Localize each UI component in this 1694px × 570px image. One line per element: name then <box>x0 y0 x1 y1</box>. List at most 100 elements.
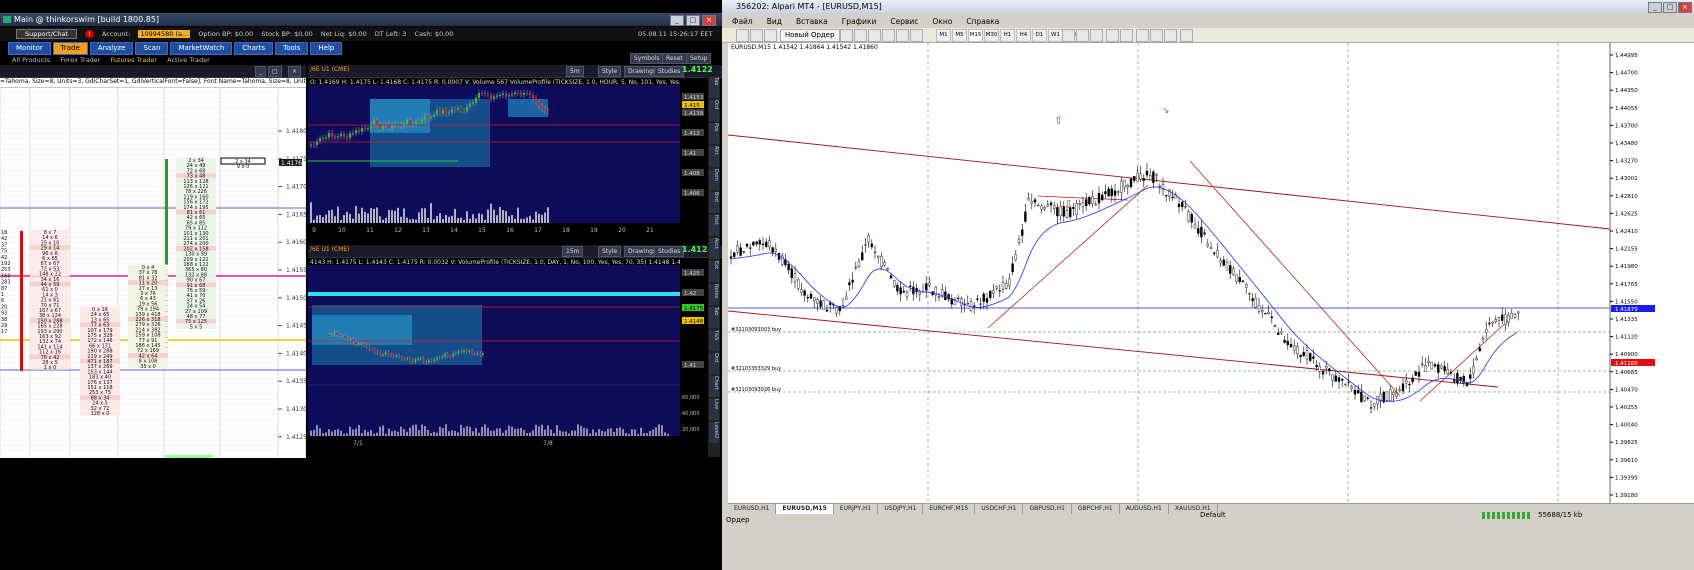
chart1-plot[interactable]: 1.4153 1.415 1.4139 1.412 1.41 1.408 1.406 9 10 1… <box>308 85 722 243</box>
close-icon[interactable]: × <box>702 15 716 26</box>
tab-help[interactable]: Help <box>310 42 343 55</box>
crosshair-icon[interactable] <box>840 29 853 42</box>
mt4-minimize-icon[interactable]: _ <box>1648 2 1662 13</box>
tab-marketwatch[interactable]: MarketWatch <box>170 42 233 55</box>
chart2-interval[interactable]: 15m <box>562 246 584 257</box>
ladder-close-icon[interactable]: × <box>288 66 302 77</box>
menu-item[interactable]: Вид <box>767 17 782 26</box>
menu-item[interactable]: Вставка <box>796 17 828 26</box>
zoom-out-icon[interactable] <box>1120 29 1133 42</box>
side-tab[interactable]: Bnd <box>709 192 719 213</box>
subtab-forex-trader[interactable]: Forex Trader <box>60 56 100 64</box>
minimize-icon[interactable]: _ <box>670 15 684 26</box>
setup-button[interactable]: Setup <box>686 53 712 64</box>
side-tab[interactable]: Ext <box>709 261 719 282</box>
chart-tab[interactable]: EURJPY,H1 <box>834 504 879 514</box>
mt4-close-icon[interactable]: × <box>1678 2 1692 13</box>
side-tab[interactable]: Tab <box>709 307 719 328</box>
chart-tab[interactable]: AUDUSD,H1 <box>1120 504 1169 514</box>
side-tab[interactable]: Acct <box>709 238 719 259</box>
chart-tab[interactable]: EURUSD,M15 <box>776 504 834 514</box>
timeframe-w1[interactable]: W1 <box>1048 29 1063 42</box>
menu-item[interactable]: Сервис <box>890 17 918 26</box>
menu-item[interactable]: Графики <box>842 17 877 26</box>
timeframe-h4[interactable]: H4 <box>1016 29 1031 42</box>
alert-badge[interactable]: ! <box>85 30 94 38</box>
tab-monitor[interactable]: Monitor <box>8 42 51 55</box>
subtab-all-products[interactable]: All Products <box>12 56 50 64</box>
chart-tab[interactable]: GBPCHF,H1 <box>1072 504 1120 514</box>
zoom-in-icon[interactable] <box>1106 29 1119 42</box>
chart-tab[interactable]: USDJPY,H1 <box>878 504 924 514</box>
side-tab[interactable]: Dom <box>709 169 719 190</box>
menu-item[interactable]: Справка <box>966 17 999 26</box>
ladder-minimize-icon[interactable]: _ <box>255 66 266 77</box>
side-tab[interactable]: Level2 <box>709 422 719 443</box>
side-tab[interactable]: Alrt <box>709 146 719 167</box>
chart2-symbol[interactable]: /6E U1 (CME) <box>310 246 350 253</box>
new-chart-icon[interactable] <box>736 29 749 42</box>
ladder-grid[interactable]: 1.41801.41751.41701.41651.41601.41551.41… <box>0 87 306 458</box>
tab-scan[interactable]: Scan <box>135 42 169 55</box>
chart1-style-button[interactable]: Style <box>598 66 622 77</box>
chart1-studies-button[interactable]: Studies <box>654 66 685 77</box>
reset-button[interactable]: Reset <box>662 53 687 64</box>
side-tab[interactable]: Tab <box>709 77 719 98</box>
account-select[interactable]: 10994580 (a... <box>138 30 191 38</box>
symbols-button[interactable]: Symbols <box>630 53 664 64</box>
timeframe-m1[interactable]: M1 <box>936 29 951 42</box>
line-chart-icon[interactable] <box>1090 29 1103 42</box>
chart-tab[interactable]: USDCHF,H1 <box>975 504 1024 514</box>
market-watch-icon[interactable] <box>764 29 777 42</box>
side-tab[interactable]: Pos <box>709 123 719 144</box>
status-order[interactable]: Ордер <box>726 516 750 524</box>
maximize-icon[interactable]: □ <box>686 15 700 26</box>
chart-tab[interactable]: EURUSD,H1 <box>728 504 777 514</box>
menu-item[interactable]: Файл <box>732 17 753 26</box>
chart2-plot[interactable]: 1.425 1.42 1.4175 1.4148 1.41 60,000 40,000 20,… <box>308 265 722 458</box>
channel-tool-icon[interactable] <box>882 29 895 42</box>
chart2-profile-2 <box>312 315 412 345</box>
new-order-button[interactable]: Новый Ордер <box>780 29 840 42</box>
chart1-symbol[interactable]: /6E U1 (CME) <box>310 66 350 73</box>
tab-trade[interactable]: Trade <box>52 42 88 55</box>
chart2-style-button[interactable]: Style <box>598 246 622 257</box>
bar-chart-icon[interactable] <box>1062 29 1075 42</box>
chart-tab[interactable]: GBPUSD,H1 <box>1023 504 1072 514</box>
chart-tab[interactable]: EURCHF,M15 <box>923 504 976 514</box>
side-tab[interactable]: Hist <box>709 215 719 236</box>
timeframe-m5[interactable]: M5 <box>952 29 967 42</box>
tab-tools[interactable]: Tools <box>275 42 309 55</box>
chart2-studies-button[interactable]: Studies <box>654 246 685 257</box>
indicators-icon[interactable] <box>1180 29 1193 42</box>
timeframe-m30[interactable]: M30 <box>984 29 999 42</box>
candle-chart-icon[interactable] <box>1076 29 1089 42</box>
mt4-price-chart[interactable]: 1.44995 1.44700 1.44350 1.44055 1.43700 1.434… <box>728 43 1694 503</box>
timeframe-d1[interactable]: D1 <box>1032 29 1047 42</box>
timeframe-h1[interactable]: H1 <box>1000 29 1015 42</box>
ladder-maximize-icon[interactable]: □ <box>268 66 282 77</box>
subtab-futures-trader[interactable]: Futures Trader <box>110 56 157 64</box>
side-tab[interactable]: Ord <box>709 353 719 374</box>
hline-tool-icon[interactable] <box>868 29 881 42</box>
arrow-tool-icon[interactable] <box>910 29 923 42</box>
autoscroll-icon[interactable] <box>1150 29 1163 42</box>
side-tab[interactable]: Notes <box>709 284 719 305</box>
chart-shift-icon[interactable] <box>1164 29 1177 42</box>
chart1-interval[interactable]: 5m <box>566 66 584 77</box>
text-tool-icon[interactable] <box>896 29 909 42</box>
subtab-active-trader[interactable]: Active Trader <box>167 56 210 64</box>
profiles-icon[interactable] <box>750 29 763 42</box>
tile-windows-icon[interactable] <box>1136 29 1149 42</box>
menu-item[interactable]: Окно <box>932 17 952 26</box>
tab-charts[interactable]: Charts <box>234 42 274 55</box>
side-tab[interactable]: T&S <box>709 330 719 351</box>
tab-analyze[interactable]: Analyze <box>89 42 134 55</box>
side-tab[interactable]: Live <box>709 399 719 420</box>
side-tab[interactable]: Ord <box>709 100 719 121</box>
timeframe-m15[interactable]: M15 <box>968 29 983 42</box>
line-tool-icon[interactable] <box>854 29 867 42</box>
side-tab[interactable]: Chart <box>709 376 719 397</box>
support-chat-button[interactable]: Support/Chat <box>16 29 78 39</box>
mt4-maximize-icon[interactable]: □ <box>1663 2 1677 13</box>
